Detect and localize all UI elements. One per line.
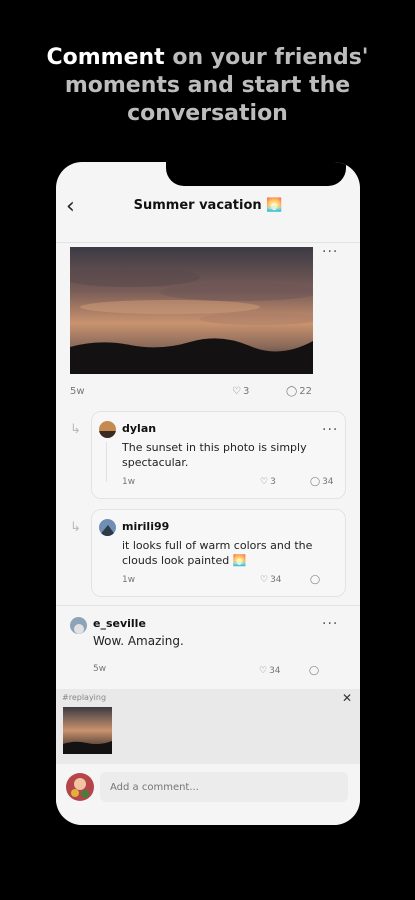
reply-arrow-icon: ↳ xyxy=(70,422,81,437)
reply-arrow-icon: ↳ xyxy=(70,520,81,535)
post-age: 5w xyxy=(70,386,85,397)
comment-age: 5w xyxy=(93,664,107,674)
promo-line2: moments and start the xyxy=(64,73,351,98)
comment-text: Wow. Amazing. xyxy=(93,634,184,648)
reply-thumbnail xyxy=(63,707,112,754)
comment-likes-count: 3 xyxy=(270,477,276,487)
comment-replies[interactable]: ◯ 34 xyxy=(310,477,334,487)
post-likes[interactable]: ♡ 3 xyxy=(232,386,249,397)
promo-line1: on your friends' xyxy=(164,45,369,70)
comment-text: The sunset in this photo is simply spect… xyxy=(122,441,307,469)
user-avatar[interactable] xyxy=(66,773,94,801)
avatar[interactable] xyxy=(99,519,116,536)
comment-icon: ◯ xyxy=(286,386,298,397)
comment-input[interactable] xyxy=(100,772,348,802)
comment-more-icon[interactable]: ··· xyxy=(322,616,338,632)
username[interactable]: dylan xyxy=(122,422,156,435)
comment-replies-count: 34 xyxy=(322,477,334,487)
promo-bold: Comment xyxy=(46,45,165,70)
comment-replies[interactable]: ◯ xyxy=(310,575,322,585)
comment-likes-count: 34 xyxy=(269,666,281,676)
avatar[interactable] xyxy=(99,421,116,438)
comment-text: it looks full of warm colors and the clo… xyxy=(122,539,313,567)
comment-likes-count: 34 xyxy=(270,575,282,585)
post-photo[interactable] xyxy=(70,247,313,374)
notch xyxy=(166,162,346,186)
comment-age: 1w xyxy=(122,477,136,487)
comment-age: 1w xyxy=(122,575,136,585)
post-likes-count: 3 xyxy=(242,386,250,397)
promo-line3: conversation xyxy=(127,101,288,126)
username[interactable]: e_seville xyxy=(93,617,146,630)
post-comments-count: 22 xyxy=(299,386,312,397)
post-comments[interactable]: ◯ 22 xyxy=(286,386,312,397)
replying-label: #replaying xyxy=(62,693,107,702)
page-title: Summer vacation 🌅 xyxy=(133,198,283,213)
comment-composer xyxy=(56,764,360,825)
heart-icon: ♡ xyxy=(232,386,241,397)
username[interactable]: mirili99 xyxy=(122,520,169,533)
comment-likes[interactable]: ♡ 34 xyxy=(259,666,281,676)
comment-icon: ◯ xyxy=(309,666,320,676)
comment-likes[interactable]: ♡ 34 xyxy=(260,575,282,585)
close-icon[interactable]: ✕ xyxy=(342,691,352,705)
replying-bar: #replaying ✕ xyxy=(56,689,360,764)
heart-icon: ♡ xyxy=(260,477,269,487)
promo-heading: Comment on your friends' moments and sta… xyxy=(0,44,415,128)
heart-icon: ♡ xyxy=(259,666,268,676)
post-more-icon[interactable]: ··· xyxy=(322,244,338,260)
comment-replies[interactable]: ◯ xyxy=(309,666,321,676)
comment-icon: ◯ xyxy=(310,477,321,487)
heart-icon: ♡ xyxy=(260,575,269,585)
divider xyxy=(56,605,360,606)
comment-card-dylan: dylan ··· The sunset in this photo is si… xyxy=(91,411,346,499)
avatar[interactable] xyxy=(70,617,87,634)
phone-screen: ‹ Summer vacation 🌅 ··· 5w ♡ 3 ◯ 22 ↳ dy… xyxy=(56,162,360,825)
comment-more-icon[interactable]: ··· xyxy=(322,422,338,438)
comment-likes[interactable]: ♡ 3 xyxy=(260,477,276,487)
thread-line xyxy=(106,442,107,482)
divider xyxy=(56,242,360,243)
comment-card-mirili99: mirili99 it looks full of warm colors an… xyxy=(91,509,346,597)
header: ‹ Summer vacation 🌅 xyxy=(56,192,360,222)
comment-icon: ◯ xyxy=(310,575,321,585)
